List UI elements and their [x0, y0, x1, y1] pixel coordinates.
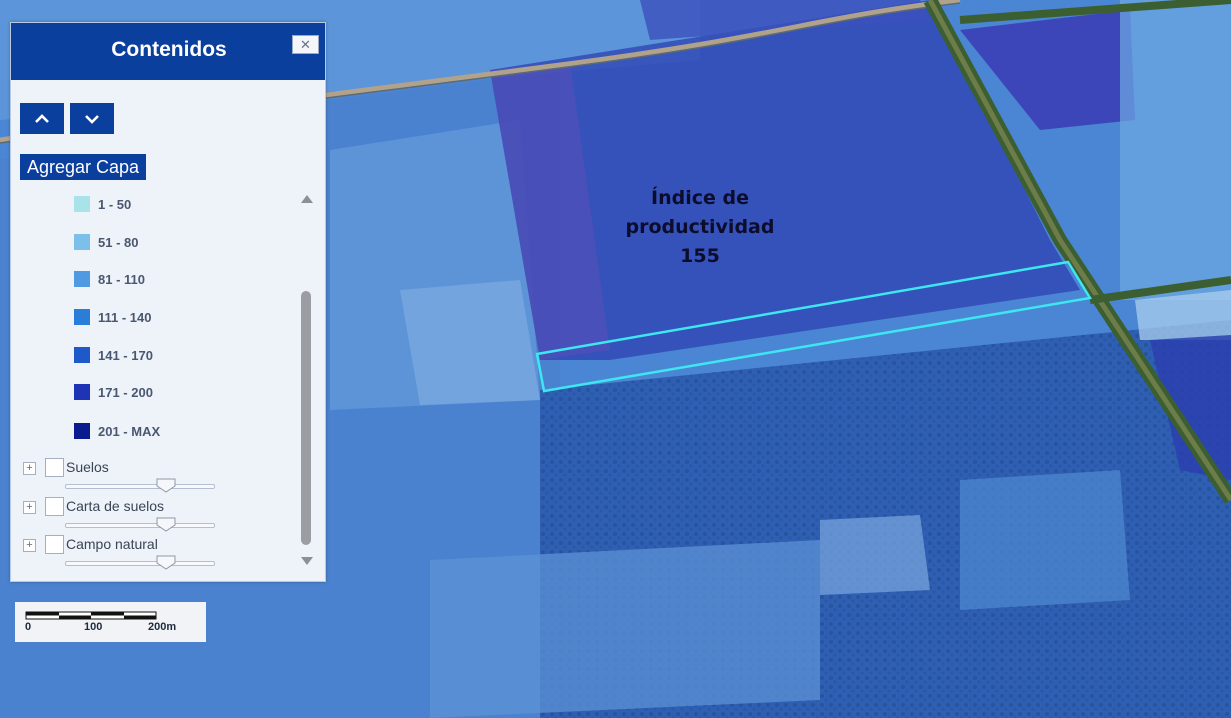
expand-toggle[interactable]: + — [23, 501, 36, 514]
legend-swatch — [74, 347, 90, 363]
legend-label: 171 - 200 — [98, 384, 153, 400]
scroll-down-icon[interactable] — [301, 557, 313, 565]
legend-item: 51 - 80 — [74, 232, 138, 252]
legend-item: 201 - MAX — [74, 421, 160, 441]
legend-item: 81 - 110 — [74, 269, 145, 289]
layer-visibility-checkbox[interactable] — [45, 535, 64, 554]
legend-item: 1 - 50 — [74, 194, 131, 214]
expand-toggle[interactable]: + — [23, 462, 36, 475]
legend-item: 111 - 140 — [74, 307, 152, 327]
legend-swatch — [74, 271, 90, 287]
add-layer-button[interactable]: Agregar Capa — [20, 154, 147, 180]
map-label-line2: productividad — [625, 216, 775, 238]
opacity-slider-thumb[interactable] — [156, 517, 176, 532]
panel-header: Contenidos ✕ — [11, 23, 325, 80]
contents-panel: Contenidos ✕ Agregar Capa 1 - 50 51 - 80… — [10, 22, 326, 582]
legend-label: 51 - 80 — [98, 234, 139, 250]
layer-visibility-checkbox[interactable] — [45, 497, 64, 516]
legend-swatch — [74, 423, 90, 439]
scroll-thumb[interactable] — [301, 291, 311, 545]
legend-label: 1 - 50 — [98, 196, 132, 212]
chevron-down-icon — [85, 114, 99, 124]
opacity-slider-thumb[interactable] — [156, 555, 176, 570]
map-label-line1: Índice de — [651, 187, 749, 209]
expand-toggle[interactable]: + — [23, 539, 36, 552]
layer-list: 1 - 50 51 - 80 81 - 110 111 - 140 141 - … — [11, 188, 301, 578]
legend-label: 111 - 140 — [98, 309, 152, 325]
scale-label-mid: 100 — [84, 621, 103, 633]
scroll-up-icon[interactable] — [301, 195, 313, 203]
opacity-slider-track[interactable] — [65, 484, 215, 489]
legend-swatch — [74, 196, 90, 212]
move-layer-down-button[interactable] — [70, 103, 114, 134]
layer-name: Carta de suelos — [66, 498, 165, 514]
layer-visibility-checkbox[interactable] — [45, 458, 64, 477]
map-label-value: 155 — [680, 245, 720, 267]
opacity-slider-thumb[interactable] — [156, 478, 176, 493]
layer-list-scrollbar[interactable] — [298, 191, 315, 567]
scale-label-end: 200m — [148, 621, 177, 633]
map-parcel-label: Índice de productividad 155 — [600, 184, 800, 271]
legend-swatch — [74, 384, 90, 400]
layer-name: Suelos — [66, 459, 109, 475]
legend-item: 141 - 170 — [74, 345, 153, 365]
opacity-slider-track[interactable] — [65, 561, 215, 566]
legend-item: 171 - 200 — [74, 382, 153, 402]
scale-label-start: 0 — [25, 621, 32, 633]
legend-label: 201 - MAX — [98, 423, 161, 439]
panel-title: Contenidos — [111, 38, 227, 61]
legend-swatch — [74, 309, 90, 325]
close-button[interactable]: ✕ — [292, 35, 319, 54]
opacity-slider-track[interactable] — [65, 523, 215, 528]
scale-bar: 0 100 200m — [15, 602, 206, 642]
close-icon: ✕ — [300, 37, 311, 52]
move-layer-up-button[interactable] — [20, 103, 64, 134]
legend-label: 141 - 170 — [98, 347, 153, 363]
chevron-up-icon — [35, 113, 49, 123]
layer-name: Campo natural — [66, 536, 158, 552]
legend-label: 81 - 110 — [98, 271, 145, 287]
legend-swatch — [74, 234, 90, 250]
